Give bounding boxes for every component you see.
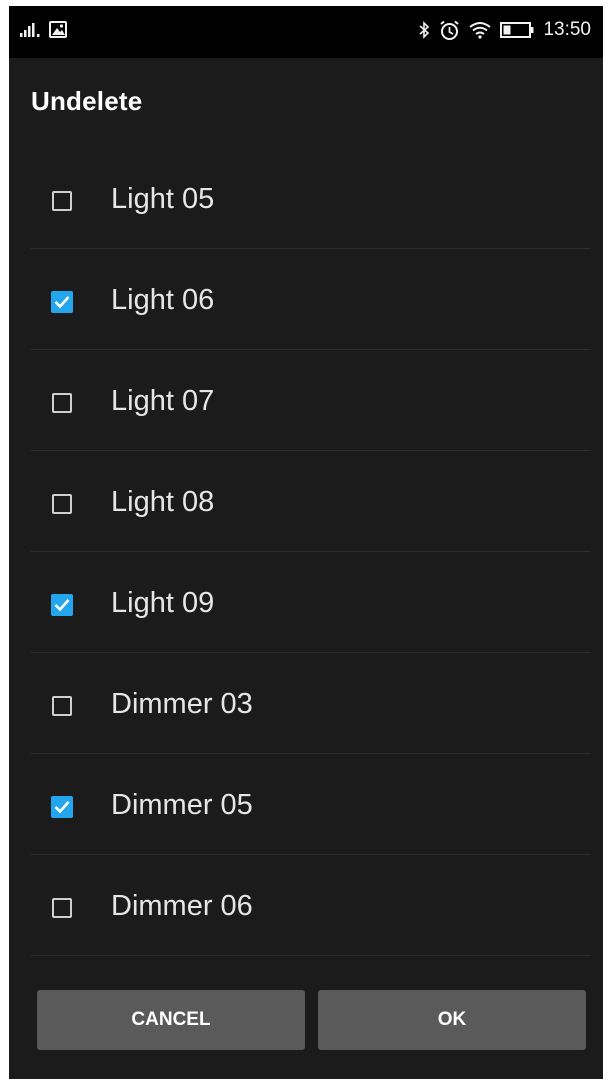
list-item-label: Dimmer 05	[111, 789, 253, 821]
image-notification-icon	[49, 21, 67, 38]
signal-icon	[19, 22, 41, 38]
checkbox-checked[interactable]	[51, 594, 73, 616]
checkmark-icon	[54, 296, 70, 309]
wifi-icon	[469, 21, 492, 39]
list-item-label: Light 05	[111, 183, 215, 215]
list-item[interactable]: Light 05	[31, 148, 591, 249]
list-item-label: Dimmer 06	[111, 890, 253, 922]
list-item[interactable]: Light 08	[31, 451, 591, 552]
status-left	[19, 21, 67, 38]
list-item[interactable]: Dimmer 03	[31, 653, 591, 754]
alarm-icon	[439, 20, 460, 41]
list-item[interactable]: Dimmer 06	[31, 855, 591, 956]
status-right: 13:50	[419, 19, 591, 41]
status-time: 13:50	[543, 19, 591, 40]
checkbox-unchecked[interactable]	[52, 696, 72, 716]
checkmark-icon	[54, 599, 70, 612]
list-item[interactable]: Light 06	[31, 249, 591, 350]
status-bar: 13:50	[9, 6, 603, 58]
checkmark-icon	[54, 801, 70, 814]
checkbox-unchecked[interactable]	[52, 191, 72, 211]
dialog-title: Undelete	[31, 86, 143, 116]
list-item-label: Light 08	[111, 486, 215, 518]
list-item[interactable]: Dimmer 05	[31, 754, 591, 855]
checkbox-checked[interactable]	[51, 796, 73, 818]
list-item-label: Light 06	[111, 284, 215, 316]
checkbox-checked[interactable]	[51, 291, 73, 313]
checkbox-unchecked[interactable]	[52, 494, 72, 514]
battery-icon	[500, 22, 534, 38]
ok-button[interactable]: OK	[318, 990, 586, 1050]
dialog-buttons: CANCEL OK	[37, 990, 586, 1050]
undelete-list: Light 05 Light 06 Light 07 Light 08 Ligh…	[31, 148, 591, 956]
phone-screen: 13:50 Undelete Light 05 Light 06 Light 0…	[9, 6, 603, 1079]
list-item-label: Light 09	[111, 587, 215, 619]
bluetooth-icon	[419, 21, 430, 39]
checkbox-unchecked[interactable]	[52, 898, 72, 918]
cancel-button[interactable]: CANCEL	[37, 990, 305, 1050]
checkbox-unchecked[interactable]	[52, 393, 72, 413]
list-item-label: Light 07	[111, 385, 215, 417]
list-item[interactable]: Light 07	[31, 350, 591, 451]
list-item[interactable]: Light 09	[31, 552, 591, 653]
list-item-label: Dimmer 03	[111, 688, 253, 720]
